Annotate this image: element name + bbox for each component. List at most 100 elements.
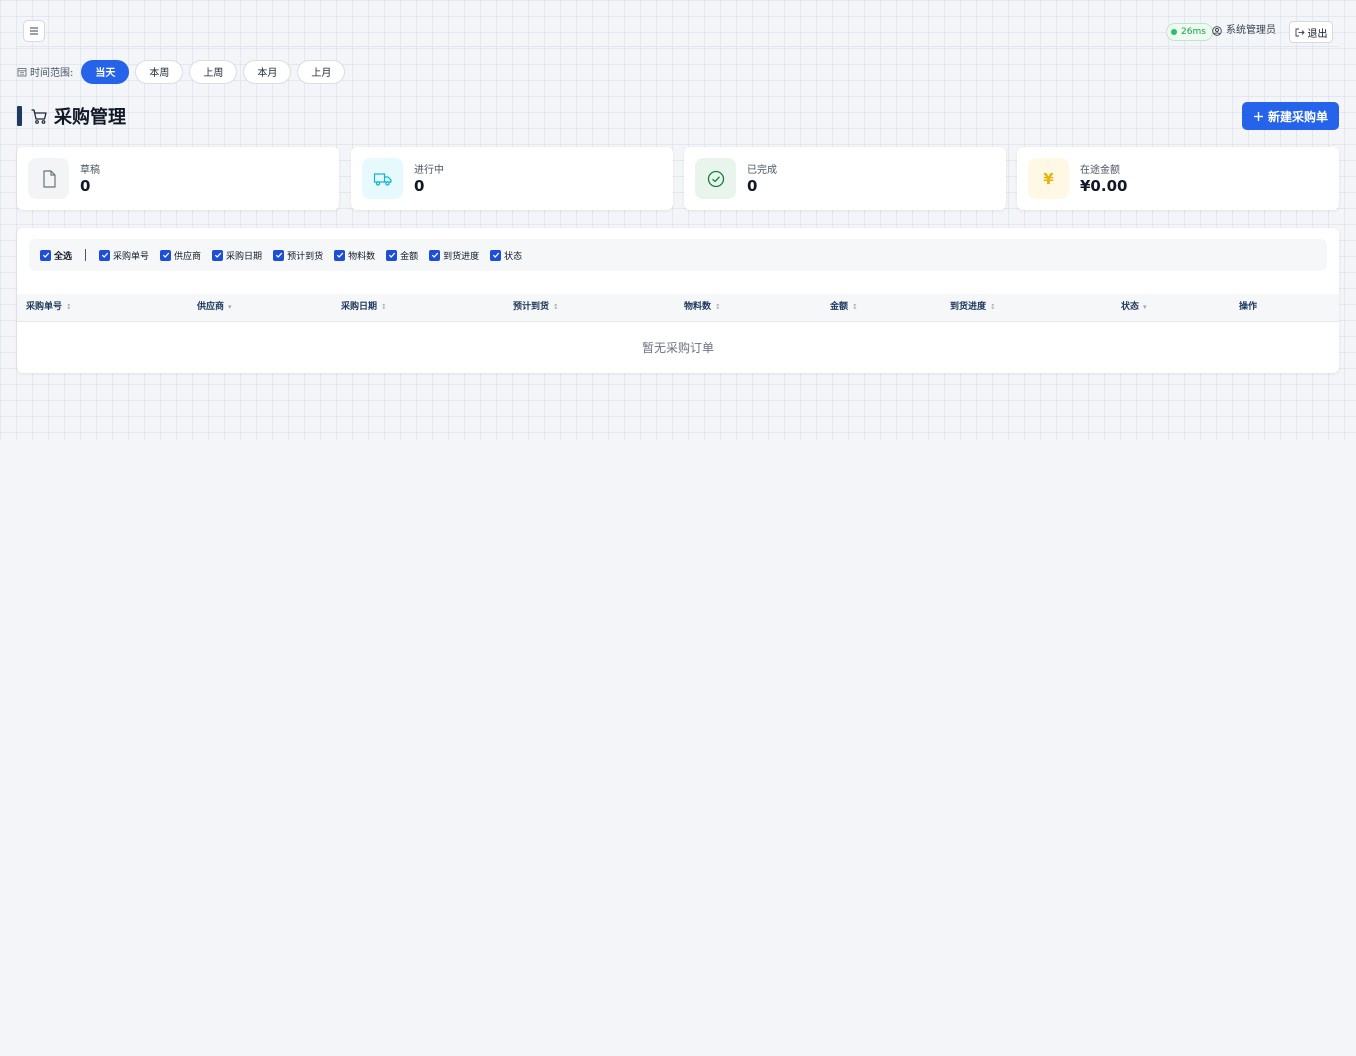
checkbox-column-status[interactable]: 状态: [490, 249, 522, 262]
checkbox-checked-icon: [273, 249, 285, 261]
checkbox-column-arrival-progress[interactable]: 到货进度: [429, 249, 479, 262]
column-header-label: 采购日期: [341, 302, 378, 312]
user-icon: [1212, 26, 1222, 36]
range-option-this-month[interactable]: 本月: [243, 59, 292, 84]
column-header-label: 供应商: [197, 302, 225, 312]
checkbox-select-all[interactable]: 全选: [40, 249, 72, 262]
sort-icon: ↕: [990, 303, 996, 311]
logout-label: 退出: [1307, 28, 1328, 40]
checkbox-label: 物料数: [348, 251, 376, 262]
new-purchase-order-button[interactable]: 新建采购单: [1242, 102, 1339, 130]
column-header-arrival-progress[interactable]: 到货进度 ↕: [950, 294, 996, 321]
filter-caret-icon: ▾: [1143, 303, 1147, 311]
stat-label: 已完成: [747, 165, 777, 176]
checkbox-column-order-date[interactable]: 采购日期: [212, 249, 262, 262]
truck-icon: [373, 172, 392, 186]
stat-value: 0: [747, 177, 758, 195]
checkbox-column-item-count[interactable]: 物料数: [334, 249, 375, 262]
table-header: 采购单号 ↕ 供应商 ▾ 采购日期 ↕ 预计到货 ↕ 物料数 ↕ 金额 ↕ 到货…: [17, 294, 1339, 322]
user-info[interactable]: 系统管理员: [1212, 24, 1276, 38]
logout-button[interactable]: 退出: [1289, 21, 1333, 43]
stat-label: 在途金额: [1080, 165, 1120, 176]
checkbox-checked-icon: [40, 249, 51, 261]
column-header-label: 操作: [1239, 302, 1258, 312]
stat-icon-wrap: [28, 158, 69, 199]
column-header-order-date[interactable]: 采购日期 ↕: [341, 294, 387, 321]
page-title: 采购管理: [54, 107, 126, 128]
menu-toggle-button[interactable]: [23, 20, 45, 42]
hamburger-icon: [30, 27, 38, 35]
time-range-label: 时间范围:: [17, 64, 73, 79]
stat-card-in-transit-amount: ¥ 在途金额 ¥0.00: [1017, 147, 1339, 210]
purchase-order-table-card: 全选 采购单号 供应商 采购日期 预计到货 物料数 金额 到货进度 状态 采购单…: [17, 228, 1339, 373]
checkbox-label: 全选: [54, 251, 73, 262]
checkbox-label: 到货进度: [443, 251, 480, 262]
time-range-text: 时间范围:: [30, 68, 74, 79]
checkbox-checked-icon: [429, 249, 441, 261]
stat-icon-wrap: [362, 158, 403, 199]
checkbox-column-amount[interactable]: 金额: [386, 249, 418, 262]
yen-icon: ¥: [1043, 169, 1054, 188]
stat-label: 草稿: [80, 165, 100, 176]
checkbox-column-expected-arrival[interactable]: 预计到货: [273, 249, 323, 262]
sort-icon: ↕: [852, 303, 858, 311]
checkbox-label: 状态: [504, 251, 523, 262]
checkbox-label: 采购单号: [113, 251, 150, 262]
calendar-icon: [17, 67, 27, 76]
divider: [85, 249, 87, 261]
filter-caret-icon: ▾: [228, 303, 232, 311]
stat-label: 进行中: [414, 165, 444, 176]
latency-value: 26ms: [1181, 27, 1206, 37]
plus-icon: [1253, 111, 1263, 121]
checkbox-checked-icon: [386, 249, 398, 261]
status-dot-icon: [1171, 29, 1177, 35]
checkbox-checked-icon: [490, 249, 502, 261]
checkbox-column-order-no[interactable]: 采购单号: [99, 249, 149, 262]
stat-icon-wrap: [695, 158, 736, 199]
stat-icon-wrap: ¥: [1028, 158, 1069, 199]
range-option-last-month[interactable]: 上月: [297, 59, 346, 84]
column-header-label: 采购单号: [26, 302, 63, 312]
column-header-actions: 操作: [1239, 294, 1257, 321]
stat-card-completed: 已完成 0: [684, 147, 1006, 210]
check-circle-icon: [707, 170, 724, 187]
stat-value: 0: [80, 177, 91, 195]
sort-icon: ↕: [553, 303, 559, 311]
top-bar: 26ms 系统管理员 退出: [17, 18, 1339, 47]
table-empty-state: 暂无采购订单: [641, 341, 714, 355]
time-range-filter: 时间范围: 当天 本周 上周 本月 上月: [17, 59, 351, 84]
checkbox-checked-icon: [99, 249, 111, 261]
range-option-this-week[interactable]: 本周: [135, 59, 184, 84]
checkbox-checked-icon: [334, 249, 346, 261]
stat-card-in-progress: 进行中 0: [351, 147, 673, 210]
column-header-status[interactable]: 状态 ▾: [1121, 294, 1147, 321]
logout-icon: [1295, 28, 1305, 36]
stat-value: ¥0.00: [1080, 177, 1128, 195]
column-header-amount[interactable]: 金额 ↕: [830, 294, 858, 321]
column-header-label: 预计到货: [513, 302, 550, 312]
column-header-item-count[interactable]: 物料数 ↕: [684, 294, 721, 321]
new-button-label: 新建采购单: [1267, 109, 1328, 124]
shopping-cart-icon: [31, 109, 47, 124]
column-header-label: 状态: [1121, 302, 1140, 312]
column-header-order-no[interactable]: 采购单号 ↕: [26, 294, 72, 321]
range-option-today[interactable]: 当天: [81, 59, 130, 84]
latency-badge: 26ms: [1166, 23, 1213, 41]
stat-value: 0: [414, 177, 425, 195]
column-visibility-bar: 全选 采购单号 供应商 采购日期 预计到货 物料数 金额 到货进度 状态: [29, 239, 1327, 271]
column-header-expected-arrival[interactable]: 预计到货 ↕: [513, 294, 559, 321]
sort-icon: ↕: [66, 303, 72, 311]
checkbox-column-supplier[interactable]: 供应商: [160, 249, 201, 262]
sort-icon: ↕: [715, 303, 721, 311]
checkbox-label: 供应商: [174, 251, 202, 262]
column-header-label: 金额: [830, 302, 849, 312]
checkbox-label: 预计到货: [287, 251, 324, 262]
stat-card-draft: 草稿 0: [17, 147, 339, 210]
column-header-label: 物料数: [684, 302, 712, 312]
column-header-supplier[interactable]: 供应商 ▾: [197, 294, 232, 321]
user-name: 系统管理员: [1226, 25, 1276, 36]
checkbox-checked-icon: [160, 249, 172, 261]
file-icon: [42, 169, 56, 188]
sort-icon: ↕: [381, 303, 387, 311]
range-option-last-week[interactable]: 上周: [189, 59, 238, 84]
